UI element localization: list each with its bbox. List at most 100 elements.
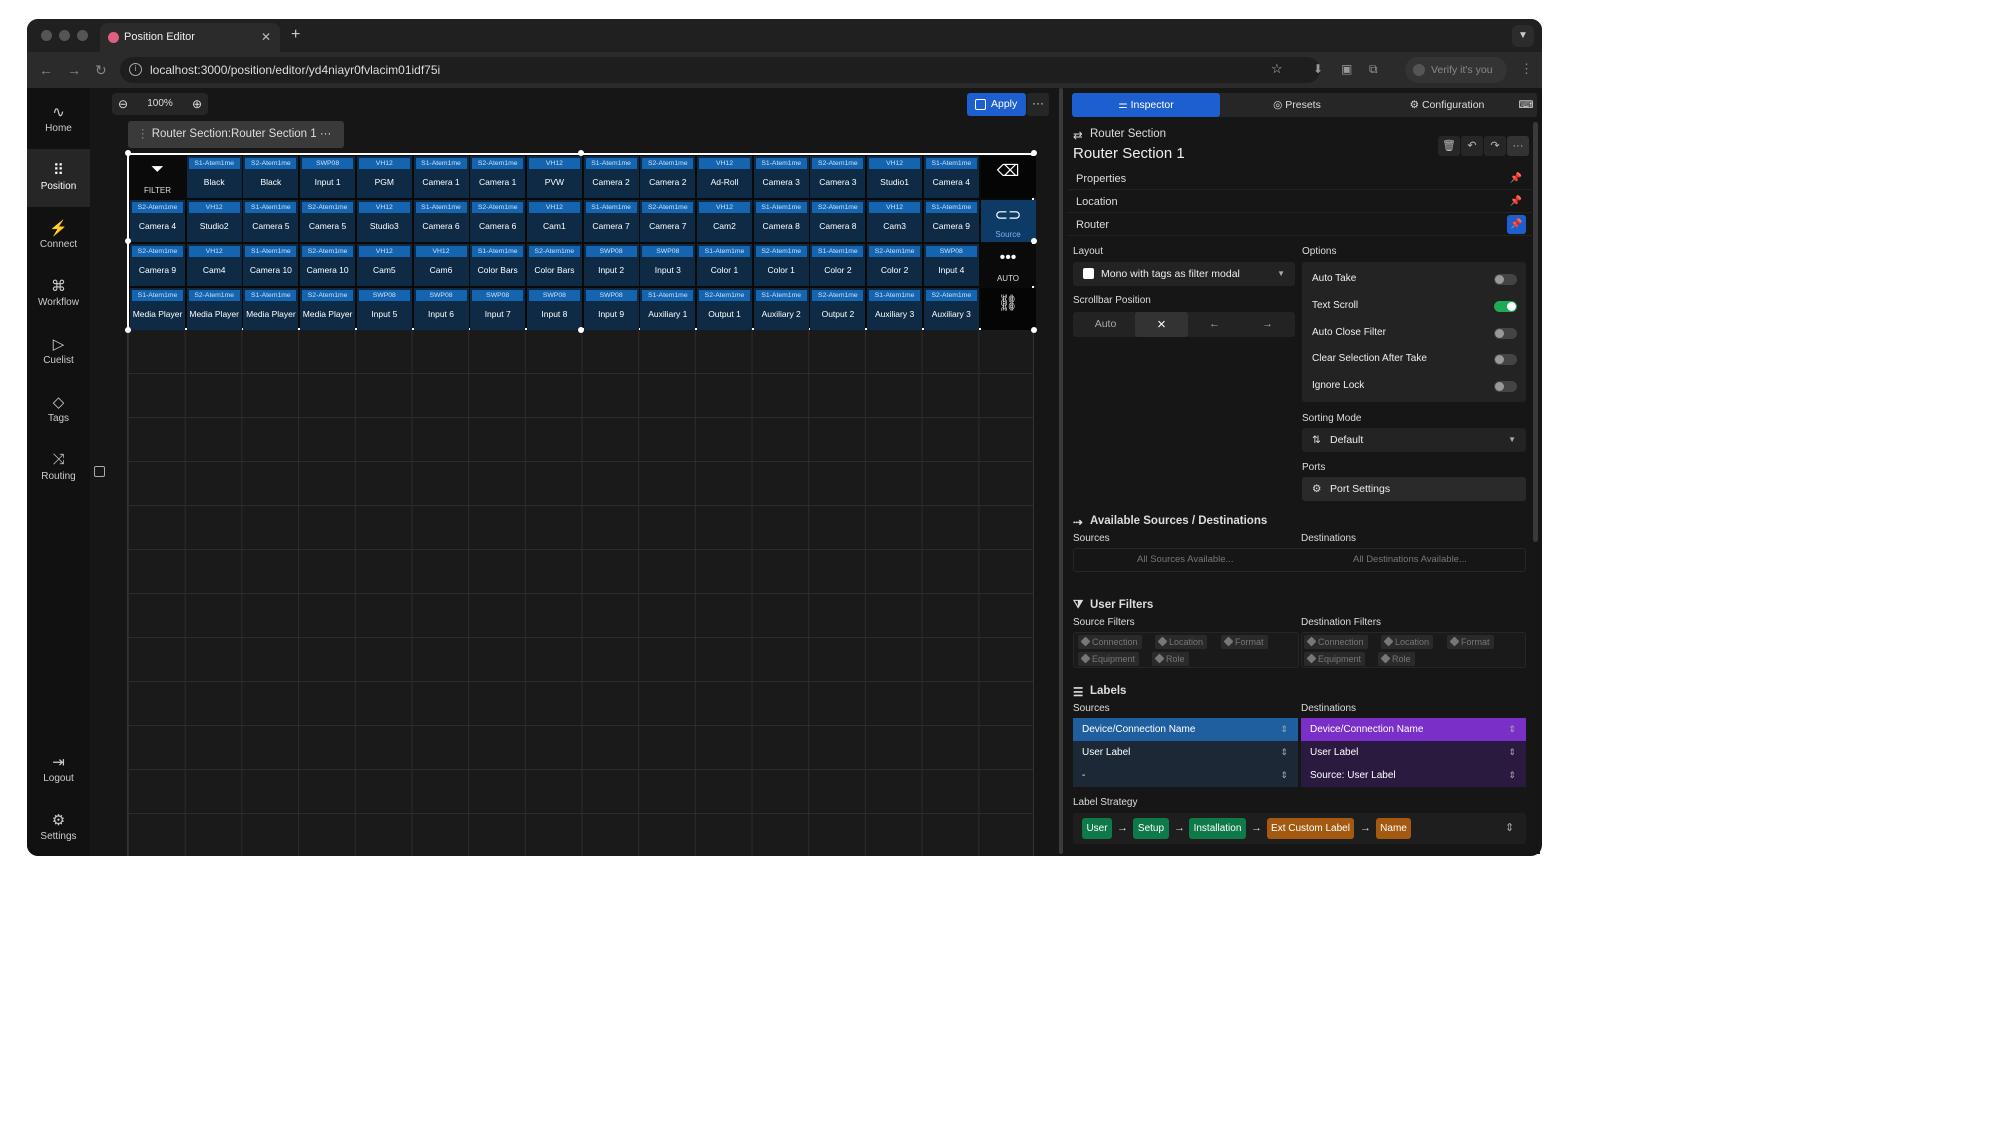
router-cell[interactable]: S2-Atem1me Camera 7 <box>640 200 696 242</box>
router-cell[interactable]: SWP08 Input 3 <box>640 244 696 286</box>
source-button[interactable]: ⊂⊃ Source <box>980 200 1036 242</box>
router-cell[interactable]: S2-Atem1me Output 1 <box>697 288 752 330</box>
router-cell[interactable]: S2-Atem1me Camera 10 <box>300 244 356 286</box>
sidebar-item-routing[interactable]: ⤨ Routing <box>27 439 90 497</box>
resize-handle[interactable] <box>1031 238 1037 244</box>
apply-button[interactable]: Apply <box>967 93 1026 116</box>
router-cell[interactable]: S1-Atem1me Media Player <box>130 288 185 330</box>
section-router[interactable]: Router <box>1068 214 1534 236</box>
router-cell[interactable]: S1-Atem1me Auxiliary 2 <box>753 288 809 330</box>
section-properties[interactable]: Properties 📌 <box>1068 168 1534 190</box>
router-cell[interactable]: SWP08 Input 7 <box>470 288 526 330</box>
router-cell[interactable]: S1-Atem1me Camera 6 <box>413 200 469 242</box>
router-cell[interactable]: S1-Atem1me Camera 1 <box>413 156 469 198</box>
router-cell[interactable]: VH12 Cam4 <box>186 244 242 286</box>
router-section[interactable]: S1-Atem1me Black S2-Atem1me Black SWP08 Input… <box>127 153 1036 330</box>
redo-icon[interactable]: ↷ <box>1484 136 1506 156</box>
router-cell[interactable]: S2-Atem1me Auxiliary 3 <box>923 288 979 330</box>
router-cell[interactable]: S2-Atem1me Color 2 <box>867 244 923 286</box>
sidebar-item-settings[interactable]: ⚙ Settings <box>27 799 90 856</box>
router-cell[interactable]: S1-Atem1me Color 1 <box>697 244 752 286</box>
filter-button[interactable]: ⏷ FILTER <box>130 156 185 198</box>
strategy-chip[interactable]: Ext Custom Label <box>1267 818 1354 839</box>
toggle-panel-icon[interactable] <box>94 466 105 477</box>
port-settings-button[interactable]: ⚙ Port Settings <box>1302 477 1526 501</box>
router-cell[interactable]: S1-Atem1me Color Bars <box>470 244 526 286</box>
router-cell[interactable]: SWP08 Input 6 <box>413 288 469 330</box>
undo-icon[interactable]: ↶ <box>1461 136 1483 156</box>
filter-chip[interactable]: Role <box>1378 652 1415 666</box>
tab-configuration[interactable]: ⚙ Configuration <box>1372 93 1522 117</box>
verify-button[interactable]: Verify it's you <box>1405 57 1507 83</box>
unlink-button[interactable]: ⛓ <box>980 288 1036 330</box>
router-cell[interactable]: S2-Atem1me Camera 9 <box>130 244 185 286</box>
download-icon[interactable]: ⬇ <box>1313 62 1323 76</box>
router-cell[interactable]: SWP08 Input 2 <box>583 244 639 286</box>
router-cell[interactable]: SWP08 Input 5 <box>356 288 412 330</box>
scrollbar-right[interactable]: → <box>1241 312 1294 337</box>
router-cell[interactable]: S1-Atem1me Color 2 <box>810 244 866 286</box>
strategy-chip[interactable]: User <box>1082 818 1112 839</box>
filter-chip[interactable]: Connection <box>1078 635 1142 649</box>
bookmark-star-icon[interactable]: ☆ <box>1271 61 1283 77</box>
destination-label-select[interactable]: Source: User Label ⇕ <box>1301 764 1526 787</box>
router-cell[interactable]: VH12 Ad-Roll <box>697 156 752 198</box>
scrollbar-auto[interactable]: Auto <box>1079 312 1132 337</box>
ignore-lock-toggle[interactable] <box>1494 381 1517 392</box>
router-cell[interactable]: VH12 Cam1 <box>526 200 582 242</box>
zoom-in-icon[interactable]: ⊕ <box>192 93 202 115</box>
router-cell[interactable]: SWP08 Input 9 <box>583 288 639 330</box>
filter-chip[interactable]: Format <box>1221 635 1268 649</box>
pin-active-icon[interactable]: 📌 <box>1507 215 1526 234</box>
router-cell[interactable]: S2-Atem1me Media Player <box>186 288 242 330</box>
more-actions-button[interactable]: ··· <box>1027 93 1049 116</box>
filter-chip[interactable]: Format <box>1447 635 1494 649</box>
all-destinations[interactable]: All Destinations Available... <box>1353 549 1467 571</box>
tab-list-chevron-icon[interactable]: ▼ <box>1512 25 1534 47</box>
resize-handle[interactable] <box>578 150 584 156</box>
auto-take-toggle[interactable] <box>1494 274 1517 285</box>
screenshot-icon[interactable]: ▣ <box>1341 62 1352 76</box>
router-cell[interactable]: VH12 Studio1 <box>867 156 923 198</box>
resize-handle[interactable] <box>1031 150 1037 156</box>
text-scroll-toggle[interactable] <box>1494 301 1517 312</box>
router-cell[interactable]: S1-Atem1me Camera 8 <box>753 200 809 242</box>
router-cell[interactable]: S2-Atem1me Camera 8 <box>810 200 866 242</box>
address-bar[interactable]: i localhost:3000/position/editor/yd4niay… <box>120 57 1320 83</box>
resize-handle[interactable] <box>125 150 131 156</box>
extensions-icon[interactable]: ⧉ <box>1369 62 1378 77</box>
scrollbar-none[interactable]: × <box>1135 312 1188 337</box>
back-icon[interactable]: ← <box>39 62 53 78</box>
sidebar-item-connect[interactable]: ⚡ Connect <box>27 207 90 265</box>
router-cell[interactable]: S2-Atem1me Camera 6 <box>470 200 526 242</box>
router-cell[interactable]: S2-Atem1me Media Player <box>300 288 356 330</box>
browser-tab[interactable]: Position Editor ✕ <box>100 23 280 52</box>
browser-menu-icon[interactable]: ⋮ <box>1520 61 1533 77</box>
router-cell[interactable]: S2-Atem1me Color Bars <box>526 244 582 286</box>
clear-selection-toggle[interactable] <box>1494 354 1517 365</box>
router-cell[interactable]: VH12 PGM <box>356 156 412 198</box>
zoom-out-icon[interactable]: ⊖ <box>118 93 128 115</box>
router-cell[interactable]: S1-Atem1me Camera 5 <box>243 200 299 242</box>
router-cell[interactable]: S2-Atem1me Camera 5 <box>300 200 356 242</box>
sidebar-item-home[interactable]: ∿ Home <box>27 91 90 149</box>
sidebar-item-position[interactable]: ⠿ Position <box>27 149 90 207</box>
resize-handle[interactable] <box>1031 327 1037 333</box>
destination-label-select[interactable]: Device/Connection Name ⇕ <box>1301 718 1526 741</box>
router-cell[interactable]: VH12 Studio3 <box>356 200 412 242</box>
router-cell[interactable]: S1-Atem1me Camera 10 <box>243 244 299 286</box>
sidebar-item-tags[interactable]: ◇ Tags <box>27 381 90 439</box>
router-cell[interactable]: VH12 Cam5 <box>356 244 412 286</box>
router-cell[interactable]: S2-Atem1me Camera 2 <box>640 156 696 198</box>
router-cell[interactable]: S1-Atem1me Black <box>186 156 242 198</box>
router-cell[interactable]: S1-Atem1me Camera 2 <box>583 156 639 198</box>
section-location[interactable]: Location 📌 <box>1068 191 1534 213</box>
source-label-select[interactable]: - ⇕ <box>1073 764 1298 787</box>
router-cell[interactable]: VH12 Cam6 <box>413 244 469 286</box>
router-cell[interactable]: S2-Atem1me Camera 3 <box>810 156 866 198</box>
filter-chip[interactable]: Equipment <box>1304 652 1366 666</box>
router-cell[interactable]: S1-Atem1me Camera 7 <box>583 200 639 242</box>
filter-chip[interactable]: Location <box>1381 635 1434 649</box>
new-tab-icon[interactable]: + <box>291 26 300 44</box>
router-cell[interactable]: S2-Atem1me Camera 1 <box>470 156 526 198</box>
